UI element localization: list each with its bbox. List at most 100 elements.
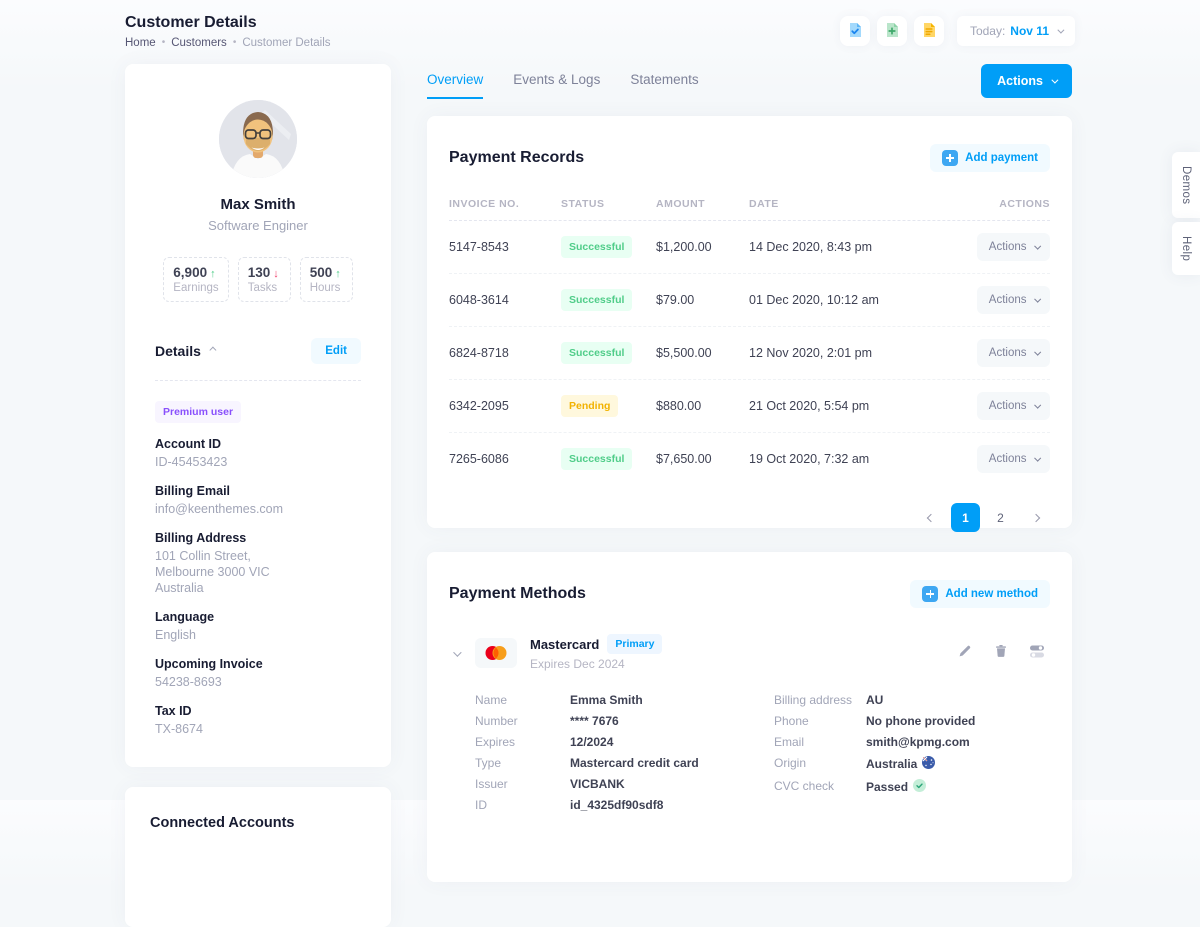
page-button-1[interactable]: 1 [951, 503, 980, 532]
details-header: Details Edit [155, 338, 361, 364]
file-plus-icon [884, 22, 900, 41]
tabs-row: Overview Events & Logs Statements Action… [427, 64, 1072, 116]
expand-toggle-button[interactable] [449, 641, 463, 664]
detail-label: Phone [774, 714, 866, 728]
table-row: 5147-8543 Successful $1,200.00 14 Dec 20… [449, 221, 1050, 274]
details-toggle[interactable]: Details [155, 343, 214, 359]
prev-page-button[interactable] [916, 503, 945, 532]
amount: $880.00 [656, 399, 749, 413]
date: 19 Oct 2020, 7:32 am [749, 452, 960, 466]
method-details: Name Emma Smith Number **** 7676 Expires… [475, 693, 1050, 812]
breadcrumb-separator: • [233, 37, 237, 48]
date: 12 Nov 2020, 2:01 pm [749, 346, 960, 360]
column-amount: AMOUNT [656, 198, 749, 210]
field-tax-id: Tax ID TX-8674 [155, 704, 361, 737]
add-payment-label: Add payment [965, 152, 1038, 164]
edit-method-button[interactable] [952, 640, 978, 666]
add-new-method-button[interactable]: Add new method [910, 580, 1050, 608]
field-billing-address: Billing Address 101 Collin Street, Melbo… [155, 531, 361, 596]
detail-label: Expires [475, 735, 570, 749]
help-side-tab[interactable]: Help [1172, 222, 1200, 275]
field-value: English [155, 627, 361, 643]
breadcrumb-home[interactable]: Home [125, 37, 156, 49]
field-label: Tax ID [155, 704, 361, 718]
payment-records-title: Payment Records [449, 149, 584, 167]
file-lines-button[interactable] [914, 16, 944, 46]
column-status: STATUS [561, 198, 656, 210]
row-actions-button[interactable]: Actions [977, 392, 1050, 420]
field-label: Account ID [155, 437, 361, 451]
detail-value: id_4325df90sdf8 [570, 798, 774, 812]
demos-side-tab[interactable]: Demos [1172, 152, 1200, 218]
detail-value: Emma Smith [570, 693, 774, 707]
chevron-down-icon [1034, 242, 1040, 248]
column-actions: ACTIONS [960, 198, 1050, 210]
plus-icon [922, 586, 938, 602]
row-actions-button[interactable]: Actions [977, 286, 1050, 314]
row-actions-label: Actions [989, 241, 1027, 253]
detail-label: Issuer [475, 777, 570, 791]
details-title: Details [155, 343, 201, 359]
chevron-up-icon [209, 346, 216, 353]
mastercard-logo [475, 638, 517, 668]
payment-methods-title: Payment Methods [449, 585, 586, 603]
tab-events-logs[interactable]: Events & Logs [513, 72, 600, 99]
edit-button[interactable]: Edit [311, 338, 361, 364]
amount: $79.00 [656, 293, 749, 307]
detail-value: Australia [866, 757, 917, 771]
column-date: DATE [749, 198, 960, 210]
field-label: Billing Address [155, 531, 361, 545]
check-circle-icon [913, 779, 926, 795]
next-page-button[interactable] [1021, 503, 1050, 532]
row-actions-button[interactable]: Actions [977, 339, 1050, 367]
add-payment-button[interactable]: Add payment [930, 144, 1050, 172]
method-details-right: Billing address AU Phone No phone provid… [774, 693, 1050, 812]
row-actions-button[interactable]: Actions [977, 233, 1050, 261]
row-actions-button[interactable]: Actions [977, 445, 1050, 473]
method-info: Mastercard Primary Expires Dec 2024 [530, 634, 662, 671]
chevron-down-icon [1034, 401, 1040, 407]
table-header-row: INVOICE NO. STATUS AMOUNT DATE ACTIONS [449, 198, 1050, 221]
field-value: 101 Collin Street, Melbourne 3000 VIC Au… [155, 548, 361, 596]
premium-user-badge: Premium user [155, 401, 241, 423]
chevron-down-icon [1051, 76, 1058, 83]
chevron-down-icon [1034, 454, 1040, 460]
detail-label: Billing address [774, 693, 866, 707]
tab-overview[interactable]: Overview [427, 72, 483, 99]
amount: $1,200.00 [656, 240, 749, 254]
amount: $5,500.00 [656, 346, 749, 360]
primary-badge: Primary [607, 634, 662, 654]
status-badge: Successful [561, 342, 632, 364]
row-actions-label: Actions [989, 400, 1027, 412]
method-expiry: Expires Dec 2024 [530, 657, 662, 671]
tab-statements[interactable]: Statements [630, 72, 698, 99]
delete-method-button[interactable] [988, 640, 1014, 666]
chevron-right-icon [1031, 513, 1039, 521]
field-upcoming-invoice: Upcoming Invoice 54238-8693 [155, 657, 361, 690]
stat-value: 6,900 [173, 265, 207, 280]
page-button-2[interactable]: 2 [986, 503, 1015, 532]
date: 01 Dec 2020, 10:12 am [749, 293, 960, 307]
status-badge: Pending [561, 395, 618, 417]
date-picker[interactable]: Today: Nov 11 [957, 16, 1075, 46]
file-check-button[interactable] [840, 16, 870, 46]
invoice-no: 6342-2095 [449, 399, 561, 413]
detail-value: Passed [866, 780, 908, 794]
invoice-no: 7265-6086 [449, 452, 561, 466]
chevron-down-icon [1034, 348, 1040, 354]
row-actions-label: Actions [989, 347, 1027, 359]
breadcrumb-current: Customer Details [242, 37, 330, 49]
table-row: 6824-8718 Successful $5,500.00 12 Nov 20… [449, 327, 1050, 380]
detail-value: **** 7676 [570, 714, 774, 728]
stat-label: Earnings [173, 282, 218, 294]
breadcrumb-customers[interactable]: Customers [171, 37, 227, 49]
trend-up-icon [335, 265, 341, 280]
actions-button[interactable]: Actions [981, 64, 1072, 98]
detail-value: AU [866, 693, 1050, 707]
stat-label: Tasks [248, 282, 281, 294]
invoice-no: 6824-8718 [449, 346, 561, 360]
field-account-id: Account ID ID-45453423 [155, 437, 361, 470]
stat-value: 500 [310, 265, 333, 280]
file-plus-button[interactable] [877, 16, 907, 46]
settings-method-button[interactable] [1024, 640, 1050, 666]
